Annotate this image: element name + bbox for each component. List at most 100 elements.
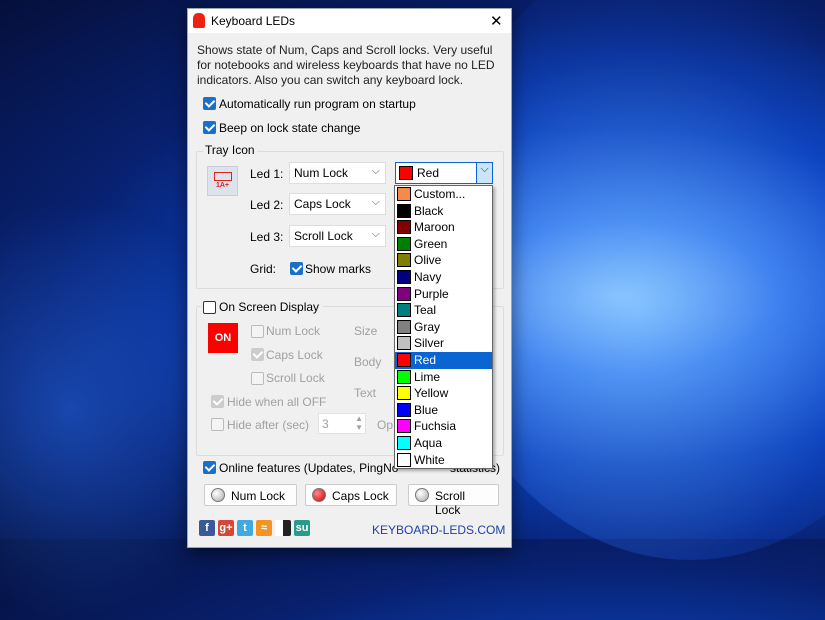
color-swatch [397, 402, 411, 417]
osd-scroll-checkbox[interactable] [251, 372, 264, 385]
color-option-aqua[interactable]: Aqua [395, 435, 492, 452]
show-marks-label[interactable]: Show marks [305, 262, 371, 276]
osd-num-checkbox[interactable] [251, 325, 264, 338]
online-features-checkbox[interactable] [203, 461, 216, 474]
color-option-purple[interactable]: Purple [395, 286, 492, 303]
color-option-label: Red [414, 352, 437, 367]
color-option-fuchsia[interactable]: Fuchsia [395, 418, 492, 435]
color-option-label: Navy [414, 269, 442, 284]
color-swatch [397, 369, 411, 384]
beep-label[interactable]: Beep on lock state change [219, 121, 360, 135]
color-dropdown-list[interactable]: Custom... Black Maroon Green Olive Navy Purple… [394, 185, 493, 469]
app-icon [193, 13, 205, 28]
color-option-label: Blue [414, 402, 439, 417]
color-option-lime[interactable]: Lime [395, 369, 492, 386]
color-option-gray[interactable]: Gray [395, 319, 492, 336]
color-option-label: White [414, 452, 445, 467]
color-option-teal[interactable]: Teal [395, 302, 492, 319]
grid-label: Grid: [250, 262, 277, 276]
color-option-black[interactable]: Black [395, 203, 492, 220]
tray-icon-heading: Tray Icon [203, 143, 257, 157]
color-option-label: Purple [414, 286, 449, 301]
color-swatch [397, 187, 411, 201]
twitter-icon[interactable]: t [237, 520, 253, 536]
color-option-green[interactable]: Green [395, 236, 492, 253]
color-swatch [397, 419, 411, 434]
size-label: Size [354, 324, 378, 338]
color-option-white[interactable]: White [395, 452, 492, 469]
osd-scroll-label: Scroll Lock [266, 371, 325, 385]
facebook-icon[interactable]: f [199, 520, 215, 536]
num-lock-button[interactable]: Num Lock [204, 484, 297, 506]
color-option-label: Yellow [414, 386, 449, 401]
chevron-down-icon: ⌵ [371, 196, 380, 208]
osd-caps-checkbox[interactable] [251, 348, 264, 361]
color-swatch [397, 352, 411, 367]
color-option-silver[interactable]: Silver [395, 335, 492, 352]
led3-label: Led 3: [250, 230, 284, 244]
color-swatch [397, 220, 411, 235]
color-option-label: Olive [414, 253, 442, 268]
color-option-label: Aqua [414, 435, 443, 450]
hide-after-checkbox[interactable] [211, 418, 224, 431]
chevron-down-icon[interactable]: ⌵ [476, 163, 492, 183]
color-option-yellow[interactable]: Yellow [395, 385, 492, 402]
hide-after-spinner[interactable]: 3 ▲ ▼ [318, 413, 366, 434]
osd-caps-label: Caps Lock [266, 348, 323, 362]
color-option-label: Lime [414, 369, 441, 384]
hide-all-off-checkbox[interactable] [211, 395, 224, 408]
osd-on-badge: ON [208, 323, 238, 353]
close-button[interactable]: ✕ [490, 12, 503, 30]
color-swatch [397, 203, 411, 218]
website-link[interactable]: KEYBOARD-LEDS.COM [372, 523, 505, 537]
led3-select[interactable]: Scroll Lock ⌵ [289, 225, 386, 247]
color-option-label: Fuchsia [414, 419, 457, 434]
google-plus-icon[interactable]: g+ [218, 520, 234, 536]
color-swatch [397, 303, 411, 318]
color-swatch [397, 336, 411, 351]
autorun-label[interactable]: Automatically run program on startup [219, 97, 416, 111]
description: Shows state of Num, Caps and Scroll lock… [197, 43, 495, 87]
hide-all-off-label: Hide when all OFF [227, 395, 327, 409]
scroll-lock-button[interactable]: Scroll Lock [408, 484, 499, 517]
color-swatch [397, 435, 411, 450]
color-option-label: Custom... [414, 187, 466, 201]
tray-preview-icon: 1A+ [207, 166, 238, 196]
caps-lock-button[interactable]: Caps Lock [305, 484, 397, 506]
color-swatch [397, 236, 411, 251]
led2-select[interactable]: Caps Lock ⌵ [289, 193, 386, 215]
color-select[interactable]: Red ⌵ [395, 162, 493, 184]
color-option-red[interactable]: Red [395, 351, 492, 369]
led1-label: Led 1: [250, 167, 284, 181]
delicious-icon[interactable] [275, 520, 291, 536]
color-option-blue[interactable]: Blue [395, 402, 492, 419]
stumbleupon-icon[interactable]: su [294, 520, 310, 536]
rss-icon[interactable]: ≈ [256, 520, 272, 536]
color-swatch [397, 452, 411, 467]
show-marks-checkbox[interactable] [290, 262, 303, 275]
led1-select[interactable]: Num Lock ⌵ [289, 162, 386, 184]
color-swatch [397, 253, 411, 268]
color-swatch [397, 319, 411, 334]
color-option-label: Green [414, 236, 448, 251]
osd-num-label: Num Lock [266, 324, 321, 338]
color-option-custom[interactable]: Custom... [395, 186, 492, 203]
color-option-label: Teal [414, 303, 437, 318]
color-swatch [397, 386, 411, 401]
osd-checkbox[interactable] [203, 301, 216, 314]
osd-label[interactable]: On Screen Display [219, 300, 319, 314]
color-option-label: Gray [414, 319, 441, 334]
color-option-olive[interactable]: Olive [395, 252, 492, 269]
chevron-down-icon: ⌵ [371, 165, 380, 177]
color-option-label: Maroon [414, 220, 455, 235]
online-features-label[interactable]: Online features (Updates, PingNo [219, 461, 398, 475]
text-label: Text [354, 386, 377, 400]
autorun-checkbox[interactable] [203, 97, 216, 110]
color-option-maroon[interactable]: Maroon [395, 219, 492, 236]
led2-label: Led 2: [250, 198, 284, 212]
color-option-label: Black [414, 203, 444, 218]
title-bar: Keyboard LEDs ✕ [188, 9, 511, 33]
window-title: Keyboard LEDs [211, 14, 296, 28]
color-option-navy[interactable]: Navy [395, 269, 492, 286]
beep-checkbox[interactable] [203, 121, 216, 134]
